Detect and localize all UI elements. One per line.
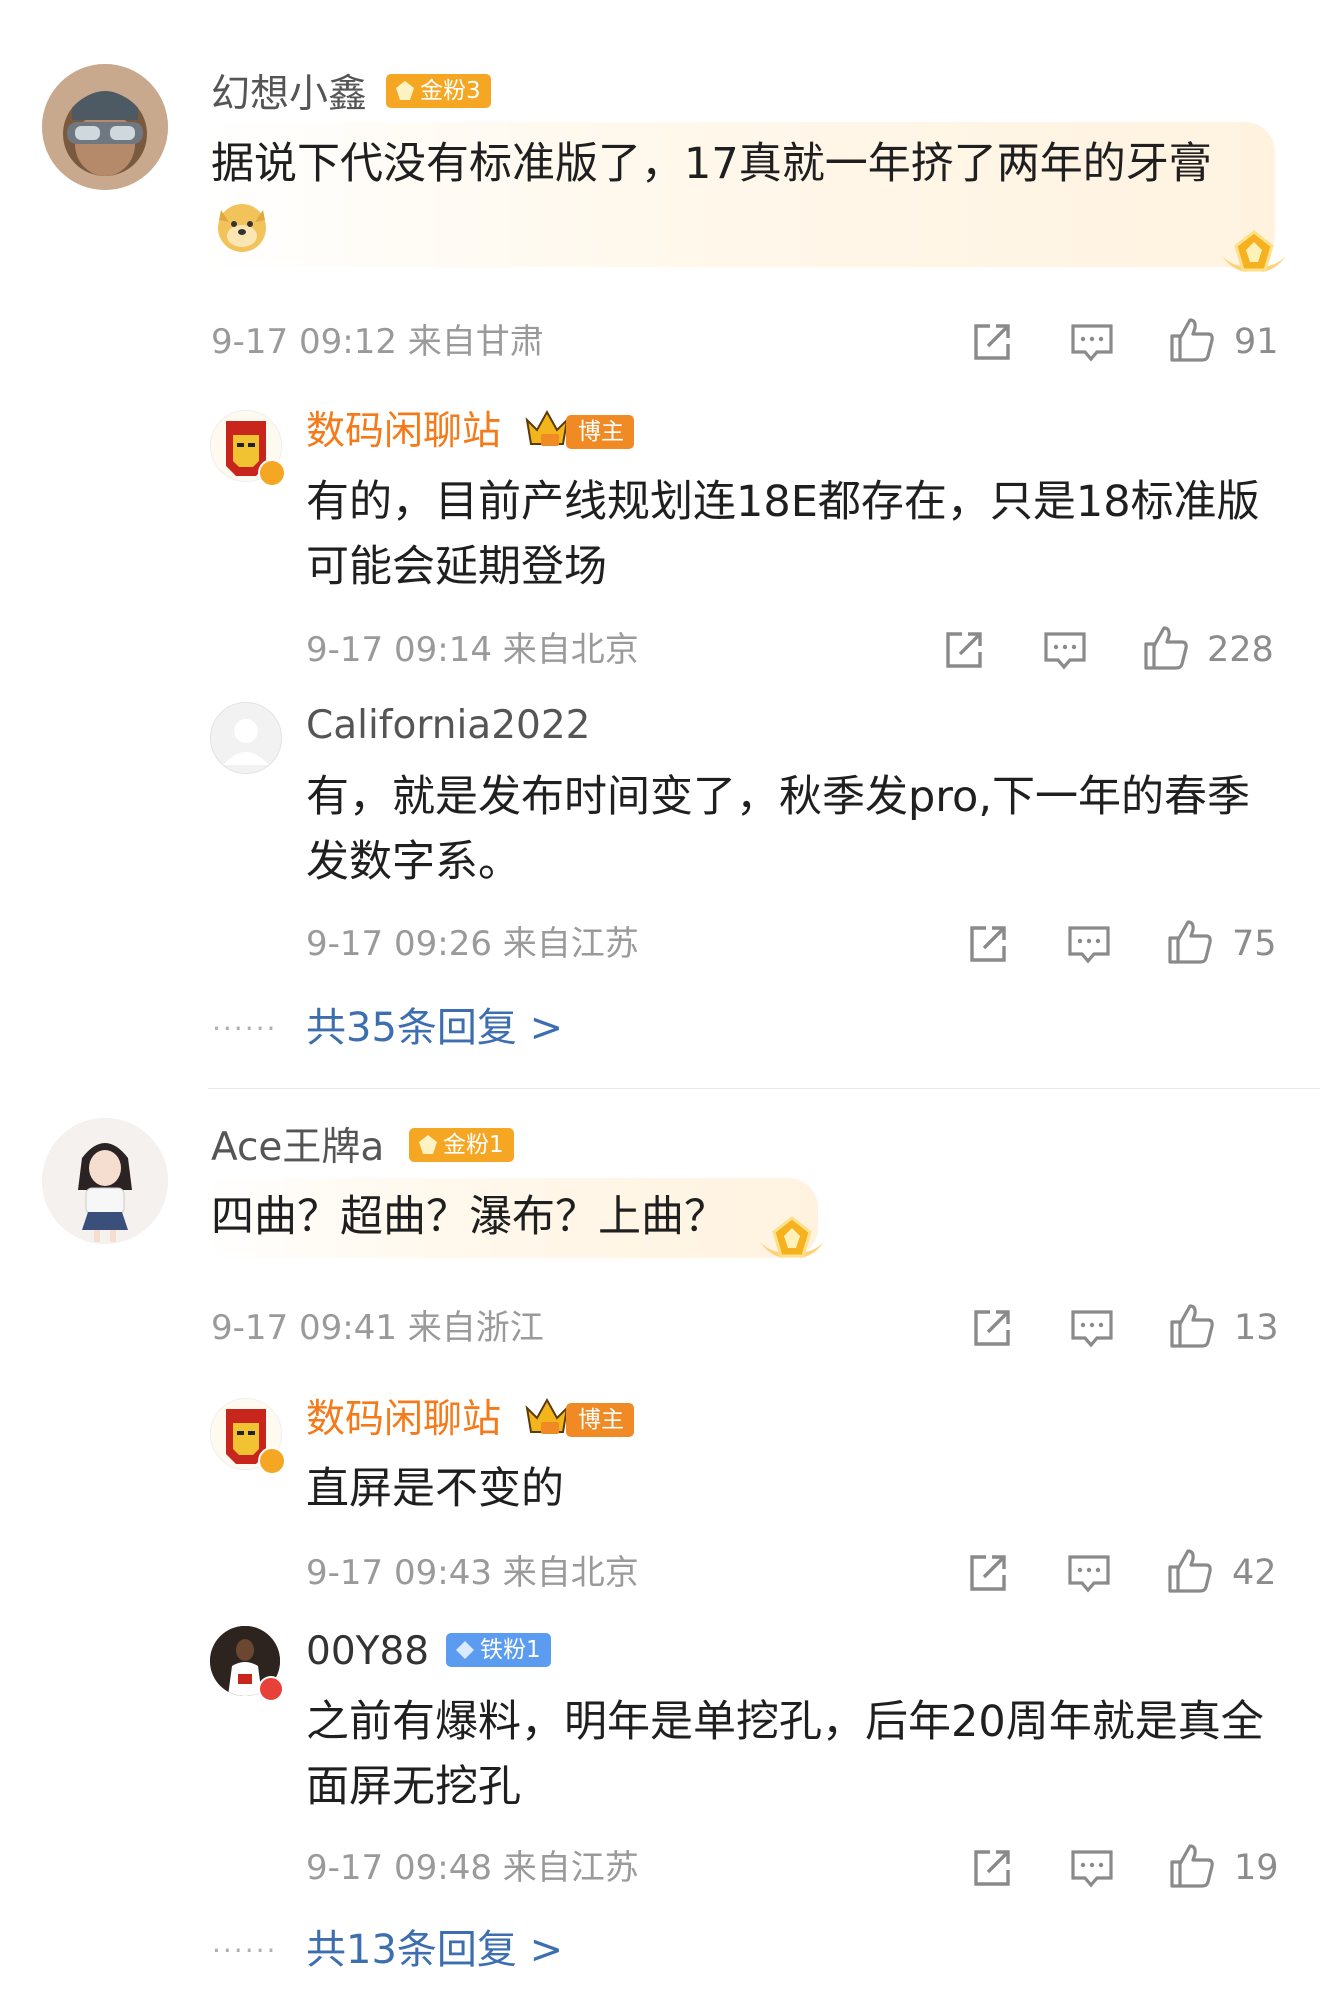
avatar[interactable]: [42, 64, 168, 190]
comment-time: 9-17 09:43 来自北京: [306, 1553, 639, 1593]
avatar[interactable]: [210, 702, 282, 774]
verified-badge: [258, 1447, 286, 1475]
gold-fan-badge: 金粉1: [409, 1128, 514, 1162]
comment-username[interactable]: 数码闲聊站: [306, 408, 501, 456]
like-count: 91: [1234, 322, 1279, 362]
like-icon[interactable]: [1166, 918, 1214, 966]
divider: [208, 1088, 1320, 1089]
like-count: 19: [1234, 1848, 1279, 1888]
gold-fan-star-icon: [756, 1212, 828, 1268]
share-icon[interactable]: [970, 320, 1014, 364]
comment-icon[interactable]: [1069, 1306, 1115, 1350]
more-replies-link[interactable]: 共35条回复 >: [306, 1004, 563, 1052]
diamond-icon: [456, 1641, 474, 1659]
comment-text: 据说下代没有标准版了，17真就一年挤了两年的牙膏: [211, 139, 1212, 189]
like-count: 13: [1234, 1308, 1279, 1348]
reply-text: 有的，目前产线规划连18E都存在，只是18标准版可能会延期登场: [306, 477, 1260, 592]
comment-icon[interactable]: [1069, 1846, 1115, 1890]
more-dots: ······: [212, 1012, 278, 1045]
blogger-badge: 博主: [566, 1403, 634, 1437]
verified-badge: [258, 1676, 284, 1702]
iron-fan-badge: 铁粉1: [446, 1633, 551, 1667]
comment-time: 9-17 09:26 来自江苏: [306, 924, 639, 964]
share-icon[interactable]: [970, 1306, 1014, 1350]
comment-time: 9-17 09:41 来自浙江: [211, 1308, 544, 1348]
comment-time: 9-17 09:48 来自江苏: [306, 1848, 639, 1888]
comment-username[interactable]: Ace王牌a: [211, 1124, 384, 1172]
like-icon[interactable]: [1166, 1547, 1214, 1595]
doge-emoji: [215, 200, 269, 254]
like-icon[interactable]: [1168, 1302, 1216, 1350]
like-icon[interactable]: [1142, 624, 1190, 672]
comment-icon[interactable]: [1042, 628, 1088, 672]
comment-username[interactable]: 00Y88: [306, 1628, 429, 1676]
comment-time: 9-17 09:14 来自北京: [306, 630, 639, 670]
share-icon[interactable]: [966, 922, 1010, 966]
reply-text: 直屏是不变的: [306, 1464, 564, 1514]
comment-icon[interactable]: [1066, 922, 1112, 966]
comment-username[interactable]: California2022: [306, 702, 590, 750]
comment-username[interactable]: 数码闲聊站: [306, 1396, 501, 1444]
like-icon[interactable]: [1168, 1842, 1216, 1890]
reply-text: 有，就是发布时间变了，秋季发pro,下一年的春季发数字系。: [306, 772, 1251, 887]
like-count: 228: [1207, 630, 1274, 670]
more-dots: ······: [212, 1934, 278, 1967]
share-icon[interactable]: [942, 628, 986, 672]
reply-text: 之前有爆料，明年是单挖孔，后年20周年就是真全面屏无挖孔: [306, 1697, 1264, 1812]
comment-username[interactable]: 幻想小鑫: [211, 71, 367, 119]
gold-fan-star-icon: [1218, 226, 1290, 282]
like-icon[interactable]: [1168, 316, 1216, 364]
comment-time: 9-17 09:12 来自甘肃: [211, 322, 544, 362]
blogger-badge: 博主: [566, 415, 634, 449]
more-replies-link[interactable]: 共13条回复 >: [306, 1926, 563, 1974]
share-icon[interactable]: [970, 1846, 1014, 1890]
comment-icon[interactable]: [1069, 320, 1115, 364]
crown-icon: [525, 409, 569, 446]
like-count: 42: [1232, 1553, 1277, 1593]
crown-icon: [525, 1397, 569, 1434]
comment-icon[interactable]: [1066, 1551, 1112, 1595]
verified-badge: [258, 459, 286, 487]
like-count: 75: [1232, 924, 1277, 964]
gold-fan-star-icon: [396, 81, 414, 100]
comment-text: 四曲？超曲？瀑布？上曲？: [211, 1192, 727, 1242]
gold-fan-star-icon: [419, 1135, 437, 1154]
share-icon[interactable]: [966, 1551, 1010, 1595]
avatar[interactable]: [42, 1118, 168, 1244]
gold-fan-badge: 金粉3: [386, 74, 491, 108]
